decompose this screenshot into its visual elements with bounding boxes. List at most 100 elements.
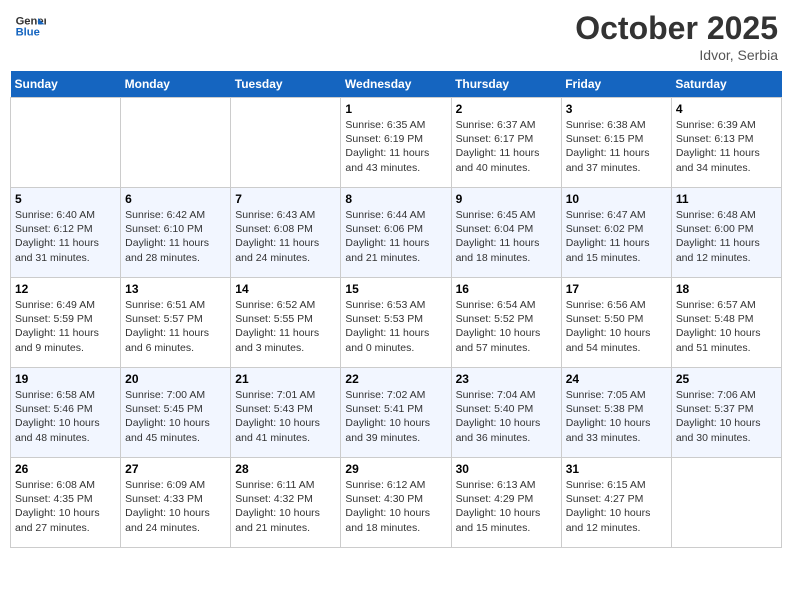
day-info: Sunrise: 7:01 AM Sunset: 5:43 PM Dayligh… (235, 388, 336, 445)
weekday-header: Wednesday (341, 71, 451, 98)
day-info: Sunrise: 7:04 AM Sunset: 5:40 PM Dayligh… (456, 388, 557, 445)
calendar-cell: 29 Sunrise: 6:12 AM Sunset: 4:30 PM Dayli… (341, 458, 451, 548)
weekday-header: Friday (561, 71, 671, 98)
day-info: Sunrise: 6:11 AM Sunset: 4:32 PM Dayligh… (235, 478, 336, 535)
logo-icon: General Blue (14, 10, 46, 42)
day-info: Sunrise: 6:44 AM Sunset: 6:06 PM Dayligh… (345, 208, 446, 265)
day-number: 28 (235, 462, 336, 476)
day-number: 6 (125, 192, 226, 206)
day-info: Sunrise: 7:02 AM Sunset: 5:41 PM Dayligh… (345, 388, 446, 445)
calendar-cell: 14 Sunrise: 6:52 AM Sunset: 5:55 PM Dayli… (231, 278, 341, 368)
calendar-cell: 30 Sunrise: 6:13 AM Sunset: 4:29 PM Dayli… (451, 458, 561, 548)
day-number: 23 (456, 372, 557, 386)
calendar-cell: 15Sunrise: 6:53 AM Sunset: 5:53 PM Dayli… (341, 278, 451, 368)
calendar-cell: 9 Sunrise: 6:45 AM Sunset: 6:04 PM Daylig… (451, 188, 561, 278)
day-info: Sunrise: 6:54 AM Sunset: 5:52 PM Dayligh… (456, 298, 557, 355)
day-info: Sunrise: 6:47 AM Sunset: 6:02 PM Dayligh… (566, 208, 667, 265)
calendar-cell: 11 Sunrise: 6:48 AM Sunset: 6:00 PM Dayli… (671, 188, 781, 278)
day-info: Sunrise: 6:37 AM Sunset: 6:17 PM Dayligh… (456, 118, 557, 175)
day-number: 18 (676, 282, 777, 296)
calendar-cell: 10 Sunrise: 6:47 AM Sunset: 6:02 PM Dayli… (561, 188, 671, 278)
calendar-cell: 28 Sunrise: 6:11 AM Sunset: 4:32 PM Dayli… (231, 458, 341, 548)
calendar-table: SundayMondayTuesdayWednesdayThursdayFrid… (10, 71, 782, 548)
calendar-cell: 17 Sunrise: 6:56 AM Sunset: 5:50 PM Dayli… (561, 278, 671, 368)
day-info: Sunrise: 6:52 AM Sunset: 5:55 PM Dayligh… (235, 298, 336, 355)
day-number: 2 (456, 102, 557, 116)
calendar-cell: 16 Sunrise: 6:54 AM Sunset: 5:52 PM Dayli… (451, 278, 561, 368)
calendar-cell: 22 Sunrise: 7:02 AM Sunset: 5:41 PM Dayli… (341, 368, 451, 458)
calendar-cell: 4Sunrise: 6:39 AM Sunset: 6:13 PM Daylig… (671, 98, 781, 188)
calendar-cell: 5 Sunrise: 6:40 AM Sunset: 6:12 PM Daylig… (11, 188, 121, 278)
day-number: 27 (125, 462, 226, 476)
day-number: 13 (125, 282, 226, 296)
day-number: 9 (456, 192, 557, 206)
calendar-cell: 13Sunrise: 6:51 AM Sunset: 5:57 PM Dayli… (121, 278, 231, 368)
day-info: Sunrise: 6:48 AM Sunset: 6:00 PM Dayligh… (676, 208, 777, 265)
day-number: 1 (345, 102, 446, 116)
calendar-cell: 25 Sunrise: 7:06 AM Sunset: 5:37 PM Dayli… (671, 368, 781, 458)
day-info: Sunrise: 6:40 AM Sunset: 6:12 PM Dayligh… (15, 208, 116, 265)
day-number: 29 (345, 462, 446, 476)
day-info: Sunrise: 6:45 AM Sunset: 6:04 PM Dayligh… (456, 208, 557, 265)
day-number: 10 (566, 192, 667, 206)
calendar-cell: 8Sunrise: 6:44 AM Sunset: 6:06 PM Daylig… (341, 188, 451, 278)
day-number: 5 (15, 192, 116, 206)
calendar-cell: 7Sunrise: 6:43 AM Sunset: 6:08 PM Daylig… (231, 188, 341, 278)
day-number: 30 (456, 462, 557, 476)
day-info: Sunrise: 6:09 AM Sunset: 4:33 PM Dayligh… (125, 478, 226, 535)
day-info: Sunrise: 7:05 AM Sunset: 5:38 PM Dayligh… (566, 388, 667, 445)
calendar-cell (121, 98, 231, 188)
weekday-header: Sunday (11, 71, 121, 98)
day-number: 24 (566, 372, 667, 386)
calendar-cell: 1 Sunrise: 6:35 AM Sunset: 6:19 PM Daylig… (341, 98, 451, 188)
day-number: 14 (235, 282, 336, 296)
day-info: Sunrise: 6:56 AM Sunset: 5:50 PM Dayligh… (566, 298, 667, 355)
day-info: Sunrise: 6:15 AM Sunset: 4:27 PM Dayligh… (566, 478, 667, 535)
calendar-cell (11, 98, 121, 188)
day-info: Sunrise: 6:42 AM Sunset: 6:10 PM Dayligh… (125, 208, 226, 265)
calendar-cell: 26Sunrise: 6:08 AM Sunset: 4:35 PM Dayli… (11, 458, 121, 548)
day-info: Sunrise: 6:08 AM Sunset: 4:35 PM Dayligh… (15, 478, 116, 535)
svg-text:General: General (16, 15, 46, 27)
day-info: Sunrise: 6:13 AM Sunset: 4:29 PM Dayligh… (456, 478, 557, 535)
day-number: 31 (566, 462, 667, 476)
calendar-cell: 23 Sunrise: 7:04 AM Sunset: 5:40 PM Dayli… (451, 368, 561, 458)
day-info: Sunrise: 7:06 AM Sunset: 5:37 PM Dayligh… (676, 388, 777, 445)
day-number: 21 (235, 372, 336, 386)
weekday-header: Saturday (671, 71, 781, 98)
calendar-cell: 20 Sunrise: 7:00 AM Sunset: 5:45 PM Dayli… (121, 368, 231, 458)
title-block: October 2025 Idvor, Serbia (575, 10, 778, 63)
calendar-cell: 19 Sunrise: 6:58 AM Sunset: 5:46 PM Dayli… (11, 368, 121, 458)
day-number: 3 (566, 102, 667, 116)
day-info: Sunrise: 6:35 AM Sunset: 6:19 PM Dayligh… (345, 118, 446, 175)
location: Idvor, Serbia (575, 47, 778, 63)
day-number: 20 (125, 372, 226, 386)
calendar-cell (231, 98, 341, 188)
day-number: 15 (345, 282, 446, 296)
calendar-cell: 2 Sunrise: 6:37 AM Sunset: 6:17 PM Daylig… (451, 98, 561, 188)
page-header: General Blue October 2025 Idvor, Serbia (10, 10, 782, 63)
day-info: Sunrise: 6:39 AM Sunset: 6:13 PM Dayligh… (676, 118, 777, 175)
day-info: Sunrise: 6:49 AM Sunset: 5:59 PM Dayligh… (15, 298, 116, 355)
day-info: Sunrise: 7:00 AM Sunset: 5:45 PM Dayligh… (125, 388, 226, 445)
day-number: 22 (345, 372, 446, 386)
day-info: Sunrise: 6:57 AM Sunset: 5:48 PM Dayligh… (676, 298, 777, 355)
calendar-cell: 27 Sunrise: 6:09 AM Sunset: 4:33 PM Dayli… (121, 458, 231, 548)
calendar-cell (671, 458, 781, 548)
day-number: 16 (456, 282, 557, 296)
calendar-cell: 18 Sunrise: 6:57 AM Sunset: 5:48 PM Dayli… (671, 278, 781, 368)
day-number: 19 (15, 372, 116, 386)
calendar-cell: 24 Sunrise: 7:05 AM Sunset: 5:38 PM Dayli… (561, 368, 671, 458)
calendar-cell: 6 Sunrise: 6:42 AM Sunset: 6:10 PM Daylig… (121, 188, 231, 278)
day-number: 11 (676, 192, 777, 206)
calendar-cell: 3Sunrise: 6:38 AM Sunset: 6:15 PM Daylig… (561, 98, 671, 188)
calendar-cell: 31 Sunrise: 6:15 AM Sunset: 4:27 PM Dayli… (561, 458, 671, 548)
day-number: 17 (566, 282, 667, 296)
weekday-header: Tuesday (231, 71, 341, 98)
calendar-cell: 21 Sunrise: 7:01 AM Sunset: 5:43 PM Dayli… (231, 368, 341, 458)
day-info: Sunrise: 6:58 AM Sunset: 5:46 PM Dayligh… (15, 388, 116, 445)
day-info: Sunrise: 6:12 AM Sunset: 4:30 PM Dayligh… (345, 478, 446, 535)
month-title: October 2025 (575, 10, 778, 47)
day-number: 25 (676, 372, 777, 386)
calendar-cell: 12Sunrise: 6:49 AM Sunset: 5:59 PM Dayli… (11, 278, 121, 368)
